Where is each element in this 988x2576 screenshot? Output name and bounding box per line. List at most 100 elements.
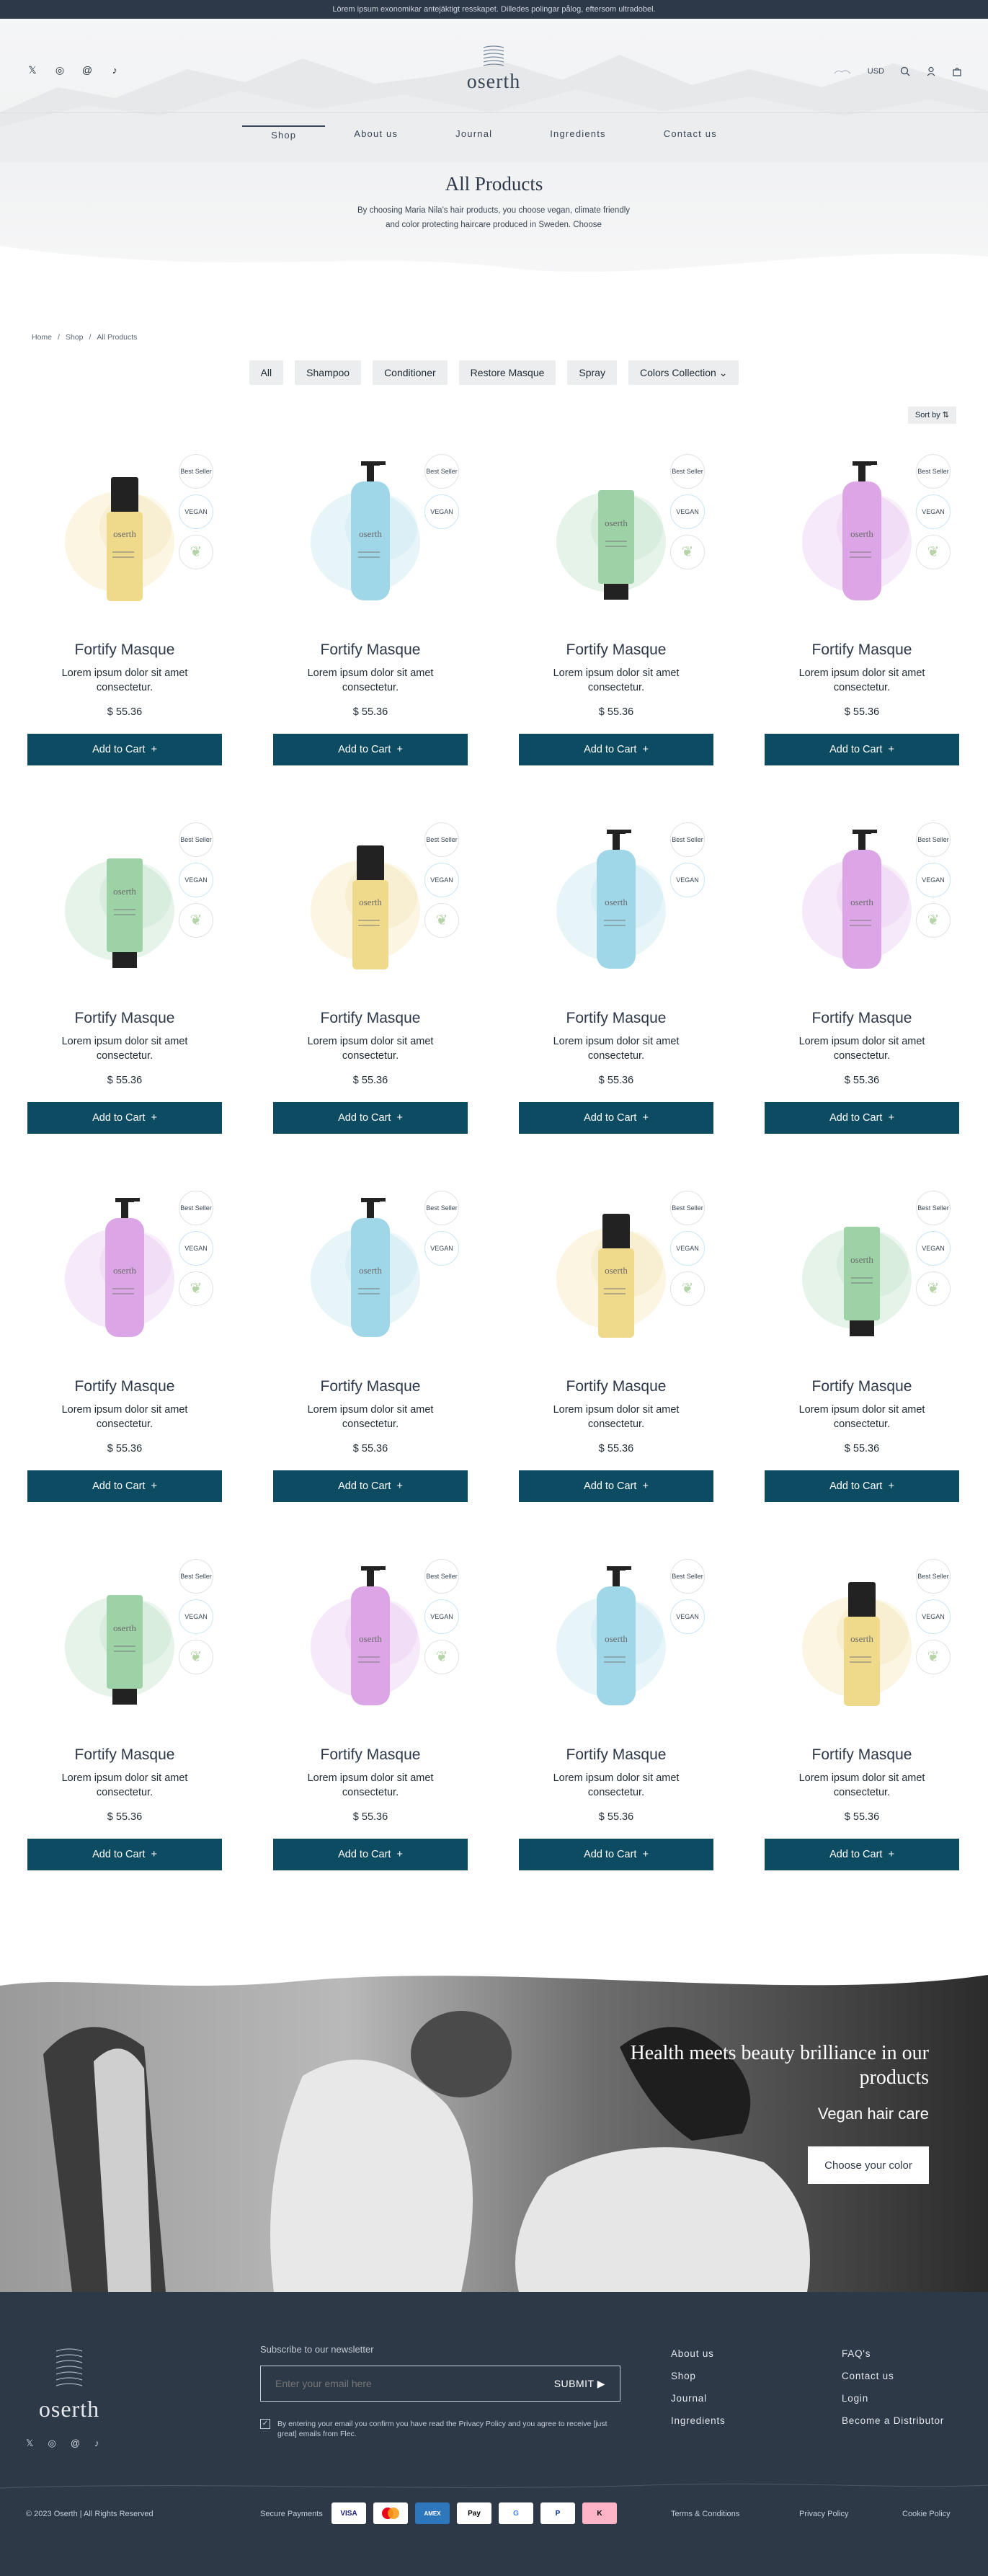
footer-link-distributor[interactable]: Become a Distributor bbox=[842, 2410, 944, 2432]
add-to-cart-button[interactable]: Add to Cart + bbox=[27, 1839, 222, 1870]
add-to-cart-button[interactable]: Add to Cart + bbox=[519, 1102, 713, 1134]
paypal-icon: P bbox=[540, 2502, 575, 2524]
submit-button[interactable]: SUBMIT ▶ bbox=[554, 2378, 605, 2390]
product-name[interactable]: Fortify Masque bbox=[765, 1746, 959, 1764]
product-card[interactable]: oserth Best Seller VEGAN ❦ Fortify Masqu… bbox=[765, 1552, 959, 1882]
tiktok-icon[interactable]: ♪ bbox=[94, 2438, 99, 2449]
product-name[interactable]: Fortify Masque bbox=[27, 1010, 222, 1027]
nav-journal[interactable]: Journal bbox=[427, 125, 521, 143]
filter-conditioner[interactable]: Conditioner bbox=[373, 360, 448, 385]
footer-link-login[interactable]: Login bbox=[842, 2387, 944, 2410]
product-name[interactable]: Fortify Masque bbox=[273, 1746, 468, 1764]
instagram-icon[interactable]: ◎ bbox=[53, 63, 66, 76]
consent-checkbox[interactable]: ✓ bbox=[260, 2419, 270, 2429]
product-card[interactable]: oserth Best Seller VEGAN ❦ Fortify Masqu… bbox=[519, 1183, 713, 1514]
product-name[interactable]: Fortify Masque bbox=[27, 641, 222, 659]
product-name[interactable]: Fortify Masque bbox=[519, 1746, 713, 1764]
footer-link-contact[interactable]: Contact us bbox=[842, 2365, 944, 2387]
product-card[interactable]: oserth Best Seller VEGAN ❦ Fortify Masqu… bbox=[273, 815, 468, 1145]
add-to-cart-button[interactable]: Add to Cart + bbox=[765, 734, 959, 765]
instagram-icon[interactable]: ◎ bbox=[48, 2438, 55, 2449]
logo[interactable]: oserth bbox=[422, 43, 566, 94]
product-name[interactable]: Fortify Masque bbox=[273, 1010, 468, 1027]
add-to-cart-button[interactable]: Add to Cart + bbox=[519, 1839, 713, 1870]
choose-color-button[interactable]: Choose your color bbox=[808, 2146, 929, 2184]
product-name[interactable]: Fortify Masque bbox=[765, 1378, 959, 1395]
product-card[interactable]: oserth Best Seller VEGAN ❦ Fortify Masqu… bbox=[519, 447, 713, 777]
product-name[interactable]: Fortify Masque bbox=[273, 641, 468, 659]
add-to-cart-button[interactable]: Add to Cart + bbox=[273, 1470, 468, 1502]
amex-icon: AMEX bbox=[415, 2502, 450, 2524]
add-to-cart-button[interactable]: Add to Cart + bbox=[273, 1839, 468, 1870]
privacy-link[interactable]: Privacy Policy bbox=[799, 2510, 848, 2518]
filter-restore-masque[interactable]: Restore Masque bbox=[458, 360, 556, 385]
product-card[interactable]: oserth Best Seller VEGAN ❦ Fortify Masqu… bbox=[27, 1183, 222, 1514]
add-to-cart-button[interactable]: Add to Cart + bbox=[27, 1470, 222, 1502]
threads-icon[interactable]: @ bbox=[71, 2438, 80, 2449]
x-icon[interactable]: 𝕏 bbox=[26, 2438, 33, 2449]
product-name[interactable]: Fortify Masque bbox=[519, 641, 713, 659]
account-icon[interactable] bbox=[926, 66, 936, 76]
svg-text:oserth: oserth bbox=[359, 897, 382, 907]
nav-about-us[interactable]: About us bbox=[325, 125, 427, 143]
filter-shampoo[interactable]: Shampoo bbox=[295, 360, 362, 385]
add-to-cart-button[interactable]: Add to Cart + bbox=[27, 1102, 222, 1134]
product-name[interactable]: Fortify Masque bbox=[519, 1378, 713, 1395]
product-card[interactable]: oserth Best Seller VEGAN ❦ Fortify Masqu… bbox=[27, 815, 222, 1145]
nav-shop[interactable]: Shop bbox=[242, 125, 326, 143]
product-card[interactable]: oserth Best Seller VEGAN Fortify Masque … bbox=[519, 1552, 713, 1882]
plus-icon: + bbox=[642, 744, 649, 755]
add-to-cart-button[interactable]: Add to Cart + bbox=[765, 1470, 959, 1502]
footer-link-ingredients[interactable]: Ingredients bbox=[671, 2410, 726, 2432]
add-to-cart-button[interactable]: Add to Cart + bbox=[27, 734, 222, 765]
email-field[interactable] bbox=[275, 2378, 491, 2389]
currency-selector[interactable]: USD bbox=[868, 67, 884, 76]
product-card[interactable]: oserth Best Seller VEGAN ❦ Fortify Masqu… bbox=[273, 1552, 468, 1882]
footer-logo[interactable]: oserth bbox=[26, 2345, 112, 2422]
add-to-cart-label: Add to Cart bbox=[584, 1849, 637, 1860]
product-card[interactable]: oserth Best Seller VEGAN ❦ Fortify Masqu… bbox=[27, 447, 222, 777]
tiktok-icon[interactable]: ♪ bbox=[108, 63, 121, 76]
product-name[interactable]: Fortify Masque bbox=[27, 1746, 222, 1764]
x-icon[interactable]: 𝕏 bbox=[26, 63, 39, 76]
breadcrumb-shop[interactable]: Shop bbox=[66, 333, 84, 342]
vegan-badge: VEGAN bbox=[424, 1599, 459, 1634]
breadcrumb-home[interactable]: Home bbox=[32, 333, 52, 342]
search-icon[interactable] bbox=[900, 66, 910, 76]
filter-all[interactable]: All bbox=[249, 360, 284, 385]
product-card[interactable]: oserth Best Seller VEGAN Fortify Masque … bbox=[519, 815, 713, 1145]
product-name[interactable]: Fortify Masque bbox=[519, 1010, 713, 1027]
product-card[interactable]: oserth Best Seller VEGAN ❦ Fortify Masqu… bbox=[765, 1183, 959, 1514]
footer-link-about[interactable]: About us bbox=[671, 2342, 726, 2365]
sort-dropdown[interactable]: Sort by ⇅ bbox=[907, 407, 956, 424]
threads-icon[interactable]: @ bbox=[81, 63, 94, 76]
add-to-cart-button[interactable]: Add to Cart + bbox=[519, 1470, 713, 1502]
vegan-text: VEGAN bbox=[184, 1613, 208, 1620]
add-to-cart-button[interactable]: Add to Cart + bbox=[765, 1102, 959, 1134]
footer-link-faq[interactable]: FAQ's bbox=[842, 2342, 944, 2365]
terms-link[interactable]: Terms & Conditions bbox=[671, 2510, 739, 2518]
add-to-cart-button[interactable]: Add to Cart + bbox=[273, 734, 468, 765]
filter-spray[interactable]: Spray bbox=[567, 360, 617, 385]
product-card[interactable]: oserth Best Seller VEGAN ❦ Fortify Masqu… bbox=[765, 447, 959, 777]
nav-contact-us[interactable]: Contact us bbox=[635, 125, 746, 143]
product-card[interactable]: oserth Best Seller VEGAN ❦ Fortify Masqu… bbox=[27, 1552, 222, 1882]
product-name[interactable]: Fortify Masque bbox=[27, 1378, 222, 1395]
cookie-link[interactable]: Cookie Policy bbox=[902, 2510, 951, 2518]
best-seller-text: Best Seller bbox=[426, 1204, 458, 1212]
add-to-cart-button[interactable]: Add to Cart + bbox=[765, 1839, 959, 1870]
product-card[interactable]: oserth Best Seller VEGAN ❦ Fortify Masqu… bbox=[765, 815, 959, 1145]
footer-link-shop[interactable]: Shop bbox=[671, 2365, 726, 2387]
product-card[interactable]: oserth Best Seller VEGAN Fortify Masque … bbox=[273, 1183, 468, 1514]
product-name[interactable]: Fortify Masque bbox=[765, 641, 959, 659]
product-card[interactable]: oserth Best Seller VEGAN Fortify Masque … bbox=[273, 447, 468, 777]
product-name[interactable]: Fortify Masque bbox=[273, 1378, 468, 1395]
product-name[interactable]: Fortify Masque bbox=[765, 1010, 959, 1027]
filter-colors-collection[interactable]: Colors Collection ⌄ bbox=[628, 360, 739, 385]
nav-ingredients[interactable]: Ingredients bbox=[521, 125, 635, 143]
product-price: $ 55.36 bbox=[107, 1075, 143, 1086]
add-to-cart-button[interactable]: Add to Cart + bbox=[519, 734, 713, 765]
add-to-cart-button[interactable]: Add to Cart + bbox=[273, 1102, 468, 1134]
cart-icon[interactable] bbox=[952, 66, 962, 76]
footer-link-journal[interactable]: Journal bbox=[671, 2387, 726, 2410]
